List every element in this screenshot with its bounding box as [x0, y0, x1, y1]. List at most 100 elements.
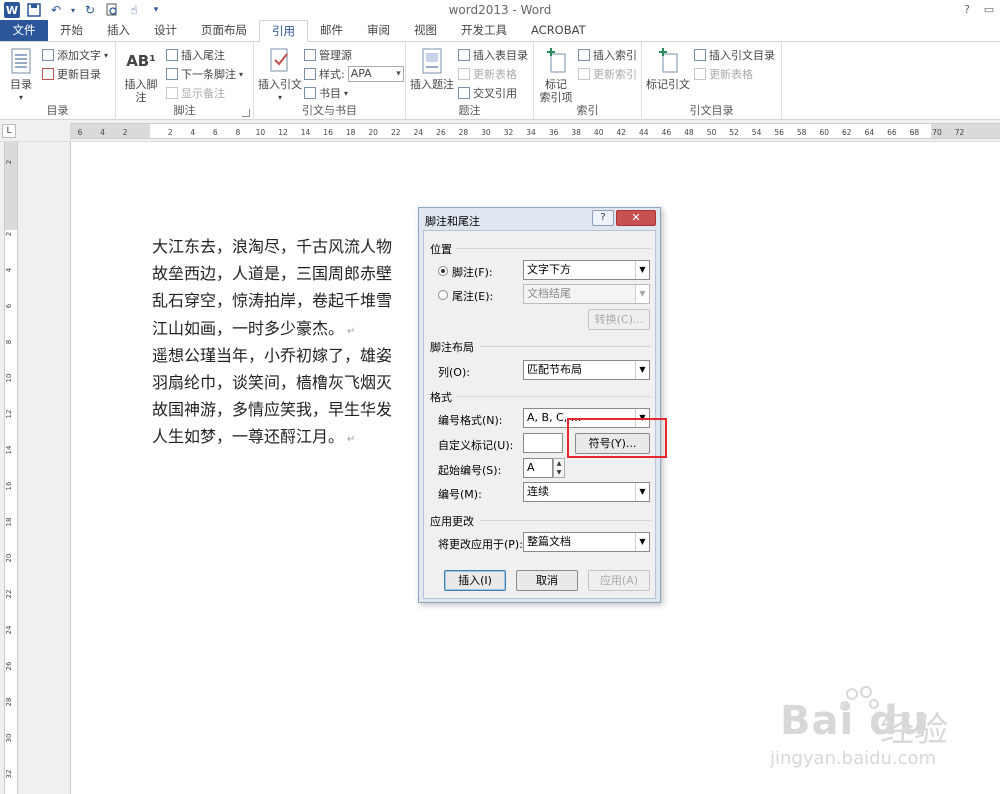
document-line[interactable]: 遥想公瑾当年，小乔初嫁了，雄姿 [152, 345, 392, 372]
style-label: 样式: [319, 68, 345, 81]
apply-button[interactable]: 应用(A) [588, 570, 650, 591]
tab-references[interactable]: 引用 [259, 20, 308, 43]
insert-caption-button[interactable]: 插入题注 [410, 46, 454, 91]
tab-developer[interactable]: 开发工具 [449, 20, 519, 41]
convert-button[interactable]: 转换(C)... [588, 309, 650, 330]
document-line[interactable]: 故国神游，多情应笑我，早生华发 [152, 399, 392, 426]
update-toc-button[interactable]: 更新目录 [42, 65, 101, 83]
undo-dropdown-icon[interactable]: ▾ [70, 2, 76, 18]
custom-mark-input[interactable] [523, 433, 563, 453]
footnote-icon: AB¹ [126, 51, 156, 70]
bibliography-button[interactable]: 书目 ▾ [304, 84, 348, 102]
mark-entry-button[interactable]: 标记 索引项 [536, 46, 576, 104]
manage-sources-button[interactable]: 管理源 [304, 46, 352, 64]
insert-toa-button[interactable]: 插入引文目录 [694, 46, 775, 64]
manage-sources-icon [304, 49, 316, 61]
ribbon-display-icon[interactable]: ▭ [978, 0, 1000, 20]
update-toc-label: 更新目录 [57, 68, 101, 81]
ruler-tick-label: 2 [168, 128, 173, 137]
start-at-input[interactable]: A [523, 458, 553, 478]
window-controls: ? ▭ [956, 0, 1000, 20]
tab-file[interactable]: 文件 [0, 20, 48, 41]
undo-icon[interactable]: ↶ [48, 2, 64, 18]
insert-citation-button[interactable]: 插入引文 ▾ [258, 46, 302, 104]
footnote-position-select[interactable]: 文字下方 ▼ [523, 260, 650, 280]
insert-index-button[interactable]: 插入索引 [578, 46, 637, 64]
quick-access-toolbar: W ↶ ▾ ↻ ☝ ▾ [0, 0, 164, 20]
insert-button[interactable]: 插入(I) [444, 570, 506, 591]
customize-qat-icon[interactable]: ▾ [148, 2, 164, 18]
footnote-label: 脚注(F): [452, 266, 493, 279]
document-line[interactable]: 江山如画，一时多少豪杰。 ↵ [152, 318, 392, 345]
save-icon[interactable] [26, 2, 42, 18]
ruler-tick-label: 8 [5, 340, 13, 344]
update-table-button[interactable]: 更新表格 [458, 65, 517, 83]
update-index-icon [578, 68, 590, 80]
tab-view[interactable]: 视图 [402, 20, 449, 41]
section-apply-changes: 应用更改 [430, 515, 474, 528]
document-line[interactable]: 大江东去，浪淘尽，千古风流人物 [152, 236, 392, 263]
cross-reference-button[interactable]: 交叉引用 [458, 84, 517, 102]
mark-citation-label: 标记引文 [646, 78, 690, 91]
tab-insert[interactable]: 插入 [95, 20, 142, 41]
ruler-tick-label: 24 [414, 128, 424, 137]
insert-endnote-button[interactable]: 插入尾注 [166, 46, 225, 64]
style-select[interactable]: APA [347, 66, 404, 82]
group-label-toc: 目录 [46, 104, 69, 117]
chevron-down-icon: ▼ [635, 483, 649, 501]
tab-mailings[interactable]: 邮件 [308, 20, 355, 41]
touch-mode-icon[interactable]: ☝ [126, 2, 142, 18]
document-line-text: 大江东去，浪淘尽，千古风流人物 [152, 237, 393, 256]
endnote-position-select[interactable]: 文档结尾 ▼ [523, 284, 650, 304]
insert-tof-button[interactable]: 插入表目录 [458, 46, 528, 64]
update-toa-button[interactable]: 更新表格 [694, 65, 753, 83]
show-notes-label: 显示备注 [181, 87, 225, 100]
tab-page-layout[interactable]: 页面布局 [189, 20, 259, 41]
update-table-icon [458, 68, 470, 80]
horizontal-ruler[interactable]: 6 4 2 2 4 6 8 10 12 14 16 18 20 22 24 26 28 30 32 34 36 38 40 4… [70, 123, 1000, 139]
endnote-icon [166, 49, 178, 61]
footnote-radio[interactable] [438, 266, 448, 276]
ruler-tick-label: 28 [459, 128, 469, 137]
cancel-button[interactable]: 取消 [516, 570, 578, 591]
print-preview-icon[interactable] [104, 2, 120, 18]
ruler-tick-label: 56 [774, 128, 784, 137]
numbering-select[interactable]: 连续 ▼ [523, 482, 650, 502]
dialog-close-button[interactable]: ✕ [616, 210, 656, 226]
tab-home[interactable]: 开始 [48, 20, 95, 41]
tab-acrobat[interactable]: ACROBAT [519, 20, 598, 41]
columns-select[interactable]: 匹配节布局 ▼ [523, 360, 650, 380]
update-index-button[interactable]: 更新索引 [578, 65, 637, 83]
footnote-dialog-launcher-icon[interactable] [242, 109, 250, 117]
redo-icon[interactable]: ↻ [82, 2, 98, 18]
ruler-tick-label: 10 [256, 128, 266, 137]
mark-citation-button[interactable]: 标记引文 [644, 46, 692, 91]
dialog-title-bar[interactable]: 脚注和尾注 ? ✕ [419, 208, 660, 230]
toc-button[interactable]: 目录 ▾ [6, 46, 36, 104]
tab-design[interactable]: 设计 [142, 20, 189, 41]
ruler-tick-label: 2 [5, 160, 13, 164]
next-footnote-button[interactable]: 下一条脚注 ▾ [166, 65, 243, 83]
ruler-tick-label: 64 [865, 128, 875, 137]
document-body[interactable]: 大江东去，浪淘尽，千古风流人物故垒西边，人道是，三国周郎赤壁 乱石穿空，惊涛拍岸，… [152, 236, 392, 454]
tab-selector[interactable]: L [2, 124, 16, 138]
group-label-index: 索引 [576, 104, 599, 117]
ruler-tick-label: 8 [235, 128, 240, 137]
add-text-button[interactable]: 添加文字 ▾ [42, 46, 108, 64]
endnote-radio[interactable] [438, 290, 448, 300]
apply-to-select[interactable]: 整篇文档 ▼ [523, 532, 650, 552]
document-line[interactable]: 乱石穿空，惊涛拍岸，卷起千堆雪 [152, 290, 392, 317]
show-notes-button[interactable]: 显示备注 [166, 84, 225, 102]
help-icon[interactable]: ? [956, 0, 978, 20]
dialog-help-button[interactable]: ? [592, 210, 614, 226]
divider [480, 346, 651, 347]
document-line[interactable]: 人生如梦，一尊还酹江月。 ↵ [152, 426, 392, 453]
tab-review[interactable]: 审阅 [355, 20, 402, 41]
start-at-spinner[interactable]: ▲ ▼ [553, 458, 565, 478]
chevron-down-icon: ▾ [239, 69, 244, 79]
insert-footnote-button[interactable]: AB¹ 插入脚注 [120, 46, 162, 104]
document-line[interactable]: 羽扇纶巾，谈笑间，樯橹灰飞烟灭 [152, 372, 392, 399]
update-toa-icon [694, 68, 706, 80]
vertical-ruler[interactable]: 2 2 4 6 8 10 12 14 16 18 20 22 24 26 28 30 32 [4, 142, 18, 794]
document-line[interactable]: 故垒西边，人道是，三国周郎赤壁 [152, 263, 392, 290]
